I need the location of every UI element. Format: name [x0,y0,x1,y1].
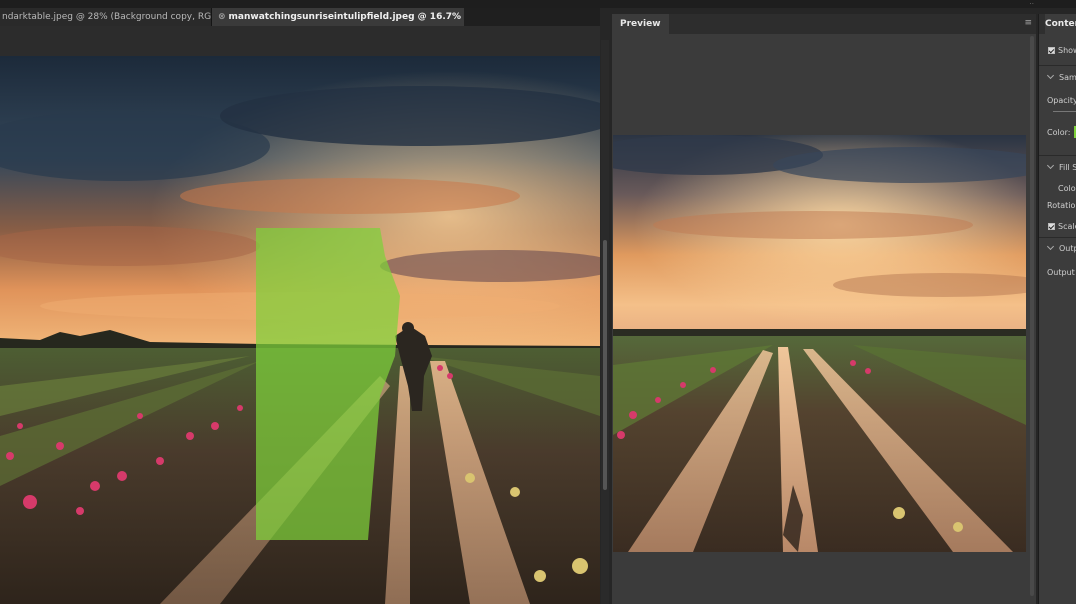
document-tab-bar: ndarktable.jpeg @ 28% (Background copy, … [0,8,600,26]
section-fill-settings[interactable]: Fill S [1039,161,1076,172]
document-tab-label: manwatchingsunriseintulipfield.jpeg @ 16… [228,12,464,22]
output-to-label: Output T [1047,268,1076,277]
panel-title: Content- [1045,14,1076,34]
checkbox-checked-icon[interactable] [1048,47,1055,54]
rotation-adaptation-label: Rotation [1047,201,1076,210]
divider [1039,155,1076,156]
chevron-down-icon[interactable] [1046,71,1055,80]
tulip-field-photo [0,56,600,604]
application-top-bar: ·· [0,0,1076,8]
preview-image[interactable] [613,135,1026,552]
document-tab-tulipfield[interactable]: ⊗ manwatchingsunriseintulipfield.jpeg @ 1… [212,8,464,26]
document-canvas-area[interactable] [0,26,600,604]
show-sampling-row[interactable]: Show [1039,46,1076,55]
scale-row[interactable]: Scale [1039,222,1076,231]
panel-menu-icon[interactable]: ≡ [1024,18,1032,28]
tab-preview[interactable]: Preview [612,14,669,34]
document-tab-label: ndarktable.jpeg @ 28% (Background copy, … [2,12,212,22]
divider [1039,65,1076,66]
document-image[interactable] [0,56,600,604]
divider [1039,237,1076,238]
chevron-down-icon[interactable] [1046,161,1055,170]
section-output-settings[interactable]: Outp [1039,242,1076,253]
close-tab-icon[interactable]: ⊗ [218,12,226,22]
canvas-vertical-scrollbar[interactable] [601,40,609,604]
chevron-down-icon[interactable] [1046,242,1055,251]
content-aware-fill-panel: Content- Show Samp Opacity: Color: Fill … [1038,14,1076,604]
panel-collapse-icon[interactable]: ·· [1030,0,1034,8]
preview-tab-bar: Preview ≡ [612,14,1036,34]
color-row[interactable]: Color: [1047,126,1076,138]
section-sampling[interactable]: Samp [1039,71,1076,82]
preview-scrollbar[interactable] [1030,36,1034,596]
color-adaptation-label: Color [1058,184,1076,193]
scrollbar-thumb[interactable] [603,240,607,490]
opacity-slider[interactable] [1053,111,1076,112]
checkbox-checked-icon[interactable] [1048,223,1055,230]
opacity-label: Opacity: [1047,96,1076,105]
document-tab-darktable[interactable]: ndarktable.jpeg @ 28% (Background copy, … [0,8,212,26]
preview-panel: Preview ≡ [612,14,1036,604]
filled-result-photo [613,135,1026,552]
